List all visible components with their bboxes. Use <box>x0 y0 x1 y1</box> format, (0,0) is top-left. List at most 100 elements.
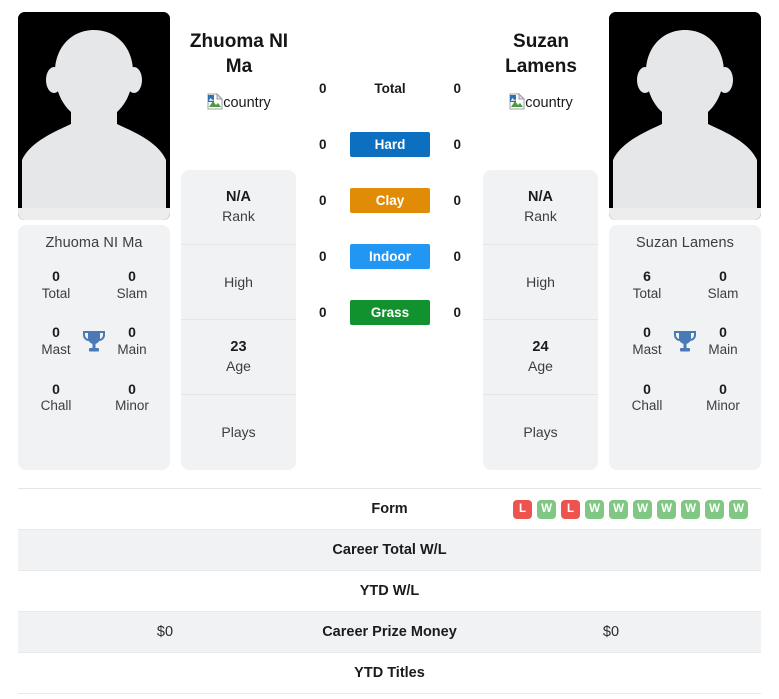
form-badge-loss[interactable]: L <box>513 499 532 519</box>
table-row: Career Total W/L <box>18 530 761 571</box>
titles-total-label: Total <box>632 285 662 301</box>
info-card-left: N/A Rank High 23 Age Plays <box>181 170 296 470</box>
player-name-right: Suzan Lamens <box>505 31 577 77</box>
info-row-age: 23 Age <box>181 320 296 395</box>
table-row: $0 Career Prize Money $0 <box>18 612 761 653</box>
info-row-high: High <box>483 245 598 320</box>
rank-value: N/A <box>528 189 553 206</box>
form-badge-win[interactable]: W <box>585 499 604 519</box>
titles-minor-label: Minor <box>706 398 740 414</box>
row-label: YTD Titles <box>354 665 425 681</box>
form-badges: LWLWWWWWWW <box>513 499 748 519</box>
titles-chall: 0 Chall <box>609 381 685 415</box>
titles-slam-label: Slam <box>707 285 739 301</box>
age-label: Age <box>226 358 251 375</box>
surface-right-count: 0 <box>453 192 461 208</box>
high-label: High <box>224 273 253 290</box>
titles-chall-value: 0 <box>643 380 651 397</box>
titles-slam: 0 Slam <box>94 268 170 302</box>
titles-minor: 0 Minor <box>685 381 761 415</box>
country-label-left: country <box>223 95 271 111</box>
info-row-age: 24 Age <box>483 320 598 395</box>
table-row: Form L W L W W W W W W W <box>18 489 761 530</box>
titles-total: 6 Total <box>609 268 685 302</box>
surface-left-count: 0 <box>319 192 327 208</box>
trophy-icon <box>82 329 106 355</box>
high-label: High <box>526 273 555 290</box>
info-row-rank: N/A Rank <box>483 170 598 245</box>
titles-total-value: 0 <box>52 268 60 284</box>
country-left: country <box>179 92 299 111</box>
plays-label: Plays <box>221 424 256 441</box>
surface-pill-grass[interactable]: Grass <box>350 299 430 325</box>
titles-chall-label: Chall <box>40 398 72 414</box>
rank-value: N/A <box>226 189 251 206</box>
titles-chall-label: Chall <box>631 398 663 414</box>
country-right: country <box>481 92 601 111</box>
row-right-value: $0 <box>602 624 620 640</box>
titles-grid: 6 Total 0 Slam 0 Mast 0 Main 0 Chall 0 M… <box>609 268 761 415</box>
player-name-left: Zhuoma NI Ma <box>189 31 289 77</box>
info-card-right: N/A Rank High 24 Age Plays <box>483 170 598 470</box>
surface-row-indoor: 0 Indoor 0 <box>310 228 470 284</box>
surface-pill-total: Total <box>374 80 406 96</box>
titles-total-label: Total <box>41 285 71 301</box>
titles-card-name: Zhuoma NI Ma <box>45 235 143 251</box>
info-row-plays: Plays <box>483 395 598 470</box>
table-row: YTD Titles <box>18 653 761 694</box>
age-value: 23 <box>230 339 247 356</box>
titles-card-left: Zhuoma NI Ma 0 Total 0 Slam 0 Mast 0 Mai… <box>18 225 170 470</box>
titles-total: 0 Total <box>18 268 94 302</box>
titles-total-value: 6 <box>643 268 651 284</box>
titles-card-right: Suzan Lamens 6 Total 0 Slam 0 Mast 0 Mai… <box>609 225 761 470</box>
comparison-header-area: Zhuoma NI Ma country Suzan Lamens countr… <box>0 0 779 478</box>
broken-image-icon <box>207 92 224 110</box>
table-row: YTD W/L <box>18 571 761 612</box>
surface-left-count: 0 <box>319 304 327 320</box>
titles-minor-value: 0 <box>719 380 727 397</box>
row-left-value: $0 <box>156 624 174 640</box>
form-badge-win[interactable]: W <box>681 499 700 519</box>
titles-chall-value: 0 <box>52 380 60 397</box>
surface-titles-column: 0 Total 0 0 Hard 0 0 Clay 0 0 Indoor 0 0 Grass 0 <box>310 60 470 340</box>
surface-left-count: 0 <box>319 248 327 264</box>
info-row-plays: Plays <box>181 395 296 470</box>
surface-pill-hard[interactable]: Hard <box>350 131 430 157</box>
plays-label: Plays <box>523 424 558 441</box>
rank-label: Rank <box>524 208 557 225</box>
surface-right-count: 0 <box>453 304 461 320</box>
broken-image-icon <box>509 92 526 110</box>
avatar-right <box>609 12 761 220</box>
form-badge-win[interactable]: W <box>633 499 652 519</box>
surface-pill-indoor[interactable]: Indoor <box>350 243 430 269</box>
surface-left-count: 0 <box>319 136 327 152</box>
form-badge-win[interactable]: W <box>705 499 724 519</box>
player-silhouette-icon <box>18 12 170 220</box>
surface-row-hard: 0 Hard 0 <box>310 116 470 172</box>
form-badge-win[interactable]: W <box>609 499 628 519</box>
titles-slam-value: 0 <box>128 268 136 284</box>
form-badge-loss[interactable]: L <box>561 499 580 519</box>
titles-minor: 0 Minor <box>94 381 170 415</box>
surface-right-count: 0 <box>453 80 461 96</box>
surface-row-grass: 0 Grass 0 <box>310 284 470 340</box>
titles-minor-value: 0 <box>128 380 136 397</box>
info-row-rank: N/A Rank <box>181 170 296 245</box>
player-silhouette-icon <box>609 12 761 220</box>
form-badge-win[interactable]: W <box>657 499 676 519</box>
info-row-high: High <box>181 245 296 320</box>
titles-grid: 0 Total 0 Slam 0 Mast 0 Main 0 Chall 0 M… <box>18 268 170 415</box>
player-comparison-page: Zhuoma NI Ma country Suzan Lamens countr… <box>0 0 779 699</box>
age-value: 24 <box>532 339 549 356</box>
titles-chall: 0 Chall <box>18 381 94 415</box>
form-badge-win[interactable]: W <box>537 499 556 519</box>
surface-left-count: 0 <box>319 80 327 96</box>
trophy-icon <box>673 329 697 355</box>
titles-slam-value: 0 <box>719 268 727 284</box>
row-label: YTD W/L <box>359 583 420 599</box>
country-label-right: country <box>525 95 573 111</box>
surface-right-count: 0 <box>453 248 461 264</box>
titles-card-name: Suzan Lamens <box>636 235 734 251</box>
form-badge-win[interactable]: W <box>729 499 748 519</box>
surface-pill-clay[interactable]: Clay <box>350 187 430 213</box>
